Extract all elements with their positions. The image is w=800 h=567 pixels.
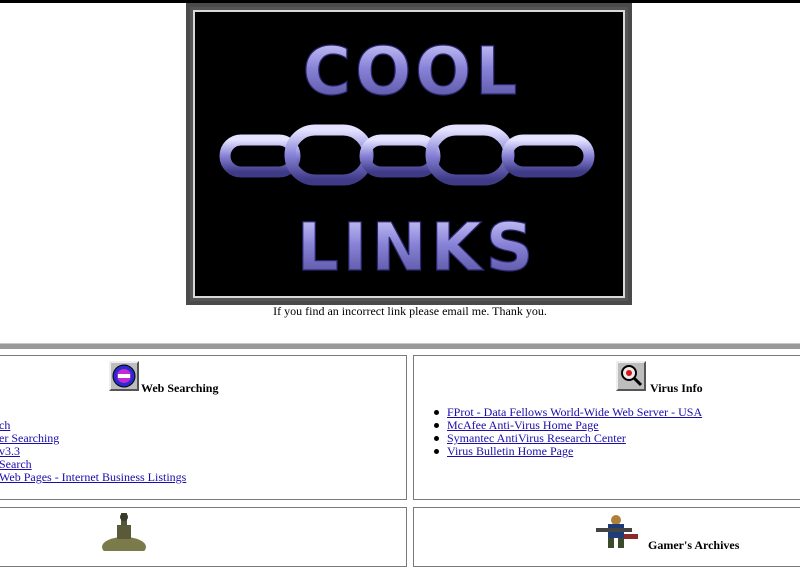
web-search-link-2[interactable]: er Searching	[0, 431, 59, 445]
panel-bottom-left	[0, 507, 407, 567]
panel-title-virus-info: Virus Info	[650, 381, 703, 395]
cool-links-banner: COOL LINKS	[186, 3, 632, 305]
banner-word-links: LINKS	[297, 209, 538, 286]
banner-frame: COOL LINKS	[193, 10, 625, 298]
banner-word-cool: COOL	[303, 33, 522, 110]
virus-link-mcafee[interactable]: McAfee Anti-Virus Home Page	[447, 418, 599, 432]
soldier-icon[interactable]	[586, 514, 646, 550]
banner-art: COOL LINKS	[219, 32, 595, 287]
statue-icon[interactable]	[101, 511, 147, 557]
list-item: er Searching	[0, 432, 186, 445]
virus-link-fprot[interactable]: FProt - Data Fellows World-Wide Web Serv…	[447, 405, 702, 419]
virus-link-bulletin[interactable]: Virus Bulletin Home Page	[447, 444, 573, 458]
panel-virus-info: Virus Info FProt - Data Fellows World-Wi…	[413, 355, 800, 500]
globe-icon[interactable]	[109, 361, 139, 391]
chain-graphic	[219, 124, 595, 186]
web-search-link-1[interactable]: ch	[0, 418, 10, 432]
magnifier-icon[interactable]	[616, 361, 646, 391]
panel-title-web-searching: Web Searching	[141, 381, 219, 395]
list-item: Web Pages - Internet Business Listings	[0, 471, 186, 484]
panel-web-searching: Web Searching ch er Searching v3.3 Searc…	[0, 355, 407, 500]
banner-caption: If you find an incorrect link please ema…	[273, 304, 547, 318]
virus-info-link-list: FProt - Data Fellows World-Wide Web Serv…	[434, 406, 702, 458]
panel-gamers-archives: Gamer's Archives	[413, 507, 800, 567]
list-item: Virus Bulletin Home Page	[434, 445, 702, 458]
web-searching-link-list: ch er Searching v3.3 Search Web Pages - …	[0, 419, 186, 484]
web-search-link-4[interactable]: Search	[0, 457, 32, 471]
section-divider	[0, 343, 800, 349]
web-search-link-3[interactable]: v3.3	[0, 444, 20, 458]
web-search-link-5[interactable]: Web Pages - Internet Business Listings	[0, 470, 186, 484]
virus-link-symantec[interactable]: Symantec AntiVirus Research Center	[447, 431, 626, 445]
